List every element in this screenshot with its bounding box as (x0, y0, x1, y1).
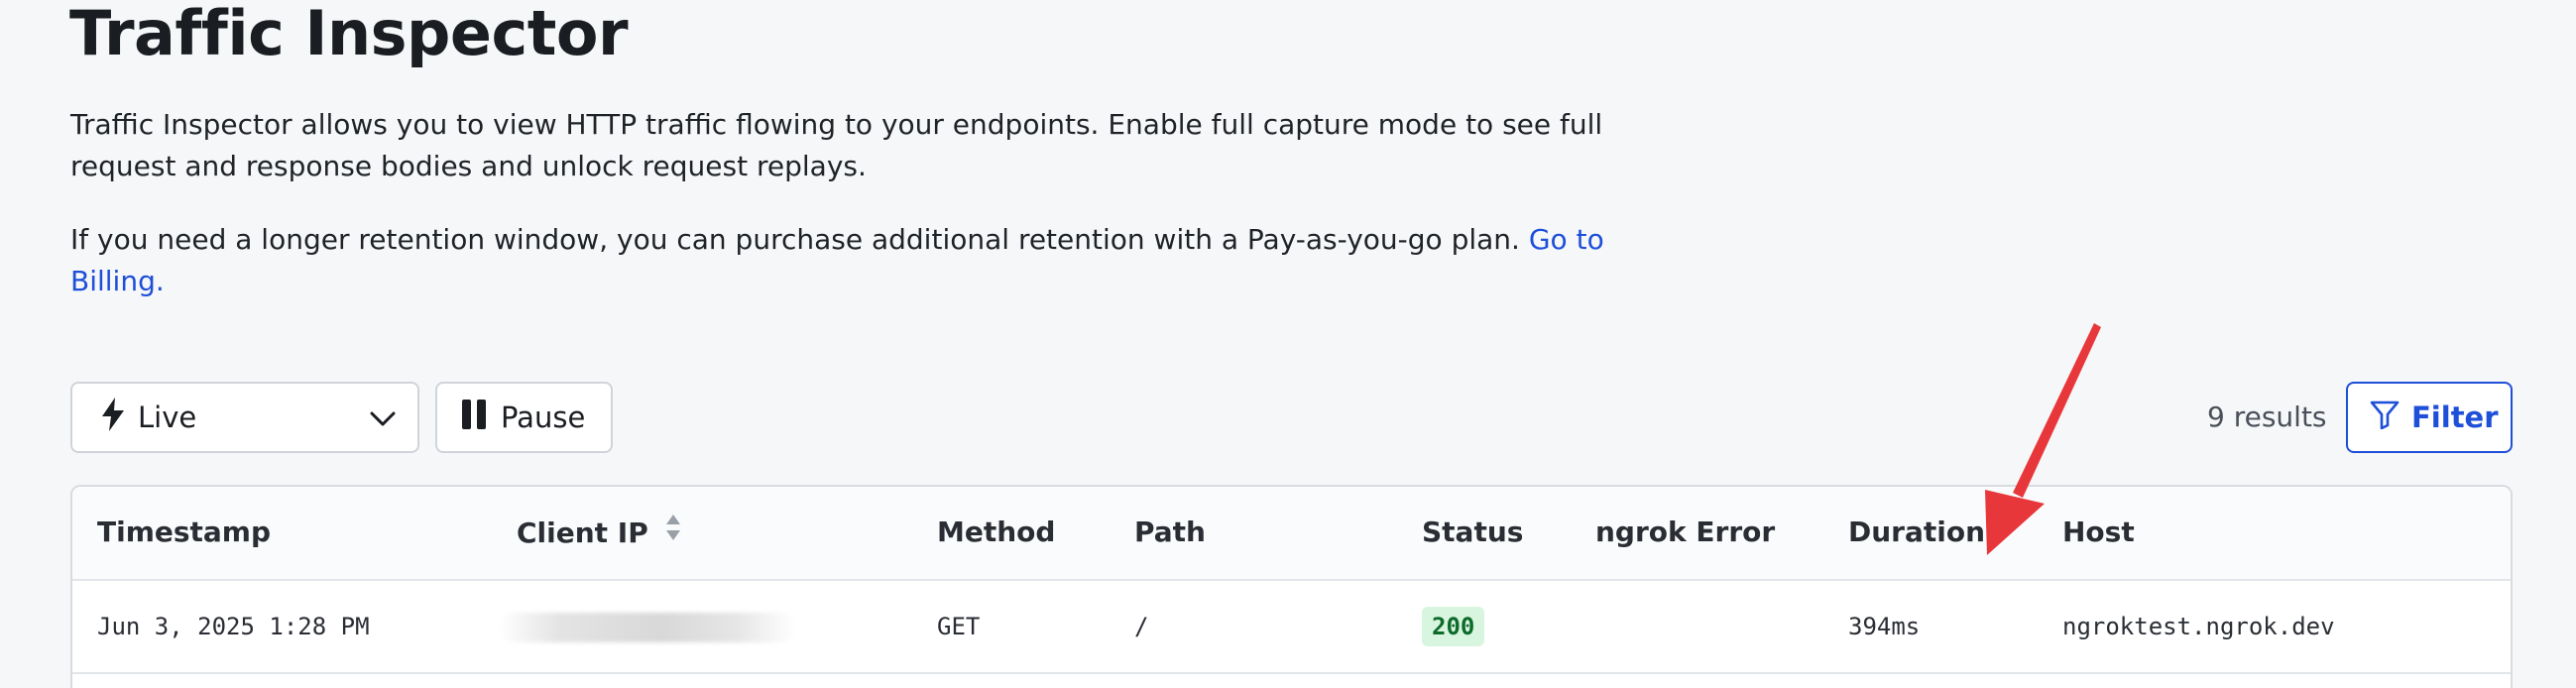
header-ngrok-error[interactable]: ngrok Error (1595, 513, 1775, 552)
cell-client-ip-redacted (499, 613, 796, 642)
filter-label: Filter (2411, 401, 2499, 434)
pause-icon (461, 399, 487, 436)
cell-path: / (1134, 613, 1149, 640)
description-paragraph: Traffic Inspector allows you to view HTT… (70, 108, 1603, 182)
filter-button[interactable]: Filter (2346, 382, 2513, 453)
pause-label: Pause (501, 401, 586, 434)
cell-duration: 394ms (1848, 613, 1921, 640)
live-mode-label: Live (138, 401, 197, 434)
header-duration[interactable]: Duration (1848, 513, 1985, 552)
retention-text: If you need a longer retention window, y… (70, 223, 1529, 256)
lightning-bolt-icon (102, 397, 124, 438)
header-client-ip[interactable]: Client IP (517, 513, 682, 553)
cell-timestamp: Jun 3, 2025 1:28 PM (97, 613, 370, 640)
page-title: Traffic Inspector (69, 0, 629, 69)
header-client-ip-label: Client IP (517, 516, 648, 549)
pause-button[interactable]: Pause (435, 382, 613, 453)
funnel-icon (2370, 400, 2400, 436)
chevron-down-icon (370, 401, 396, 434)
table-header: Timestamp Client IP Method Path Status n… (72, 487, 2511, 581)
header-path[interactable]: Path (1134, 513, 1206, 552)
header-timestamp[interactable]: Timestamp (97, 513, 271, 552)
cell-method: GET (937, 613, 981, 640)
sort-icon[interactable] (664, 513, 682, 553)
live-mode-dropdown[interactable]: Live (70, 382, 419, 453)
retention-paragraph: If you need a longer retention window, y… (70, 219, 1617, 302)
status-badge: 200 (1422, 607, 1485, 646)
cell-host: ngroktest.ngrok.dev (2062, 613, 2335, 640)
traffic-inspector-page: Traffic Inspector Traffic Inspector allo… (0, 0, 2576, 688)
traffic-table: Timestamp Client IP Method Path Status n… (70, 485, 2513, 688)
table-row[interactable]: Jun 3, 2025 1:28 PM GET / 200 394ms ngro… (72, 581, 2511, 674)
header-method[interactable]: Method (937, 513, 1055, 552)
header-status[interactable]: Status (1422, 513, 1523, 552)
header-host[interactable]: Host (2062, 513, 2135, 552)
results-count: 9 results (2207, 401, 2327, 433)
